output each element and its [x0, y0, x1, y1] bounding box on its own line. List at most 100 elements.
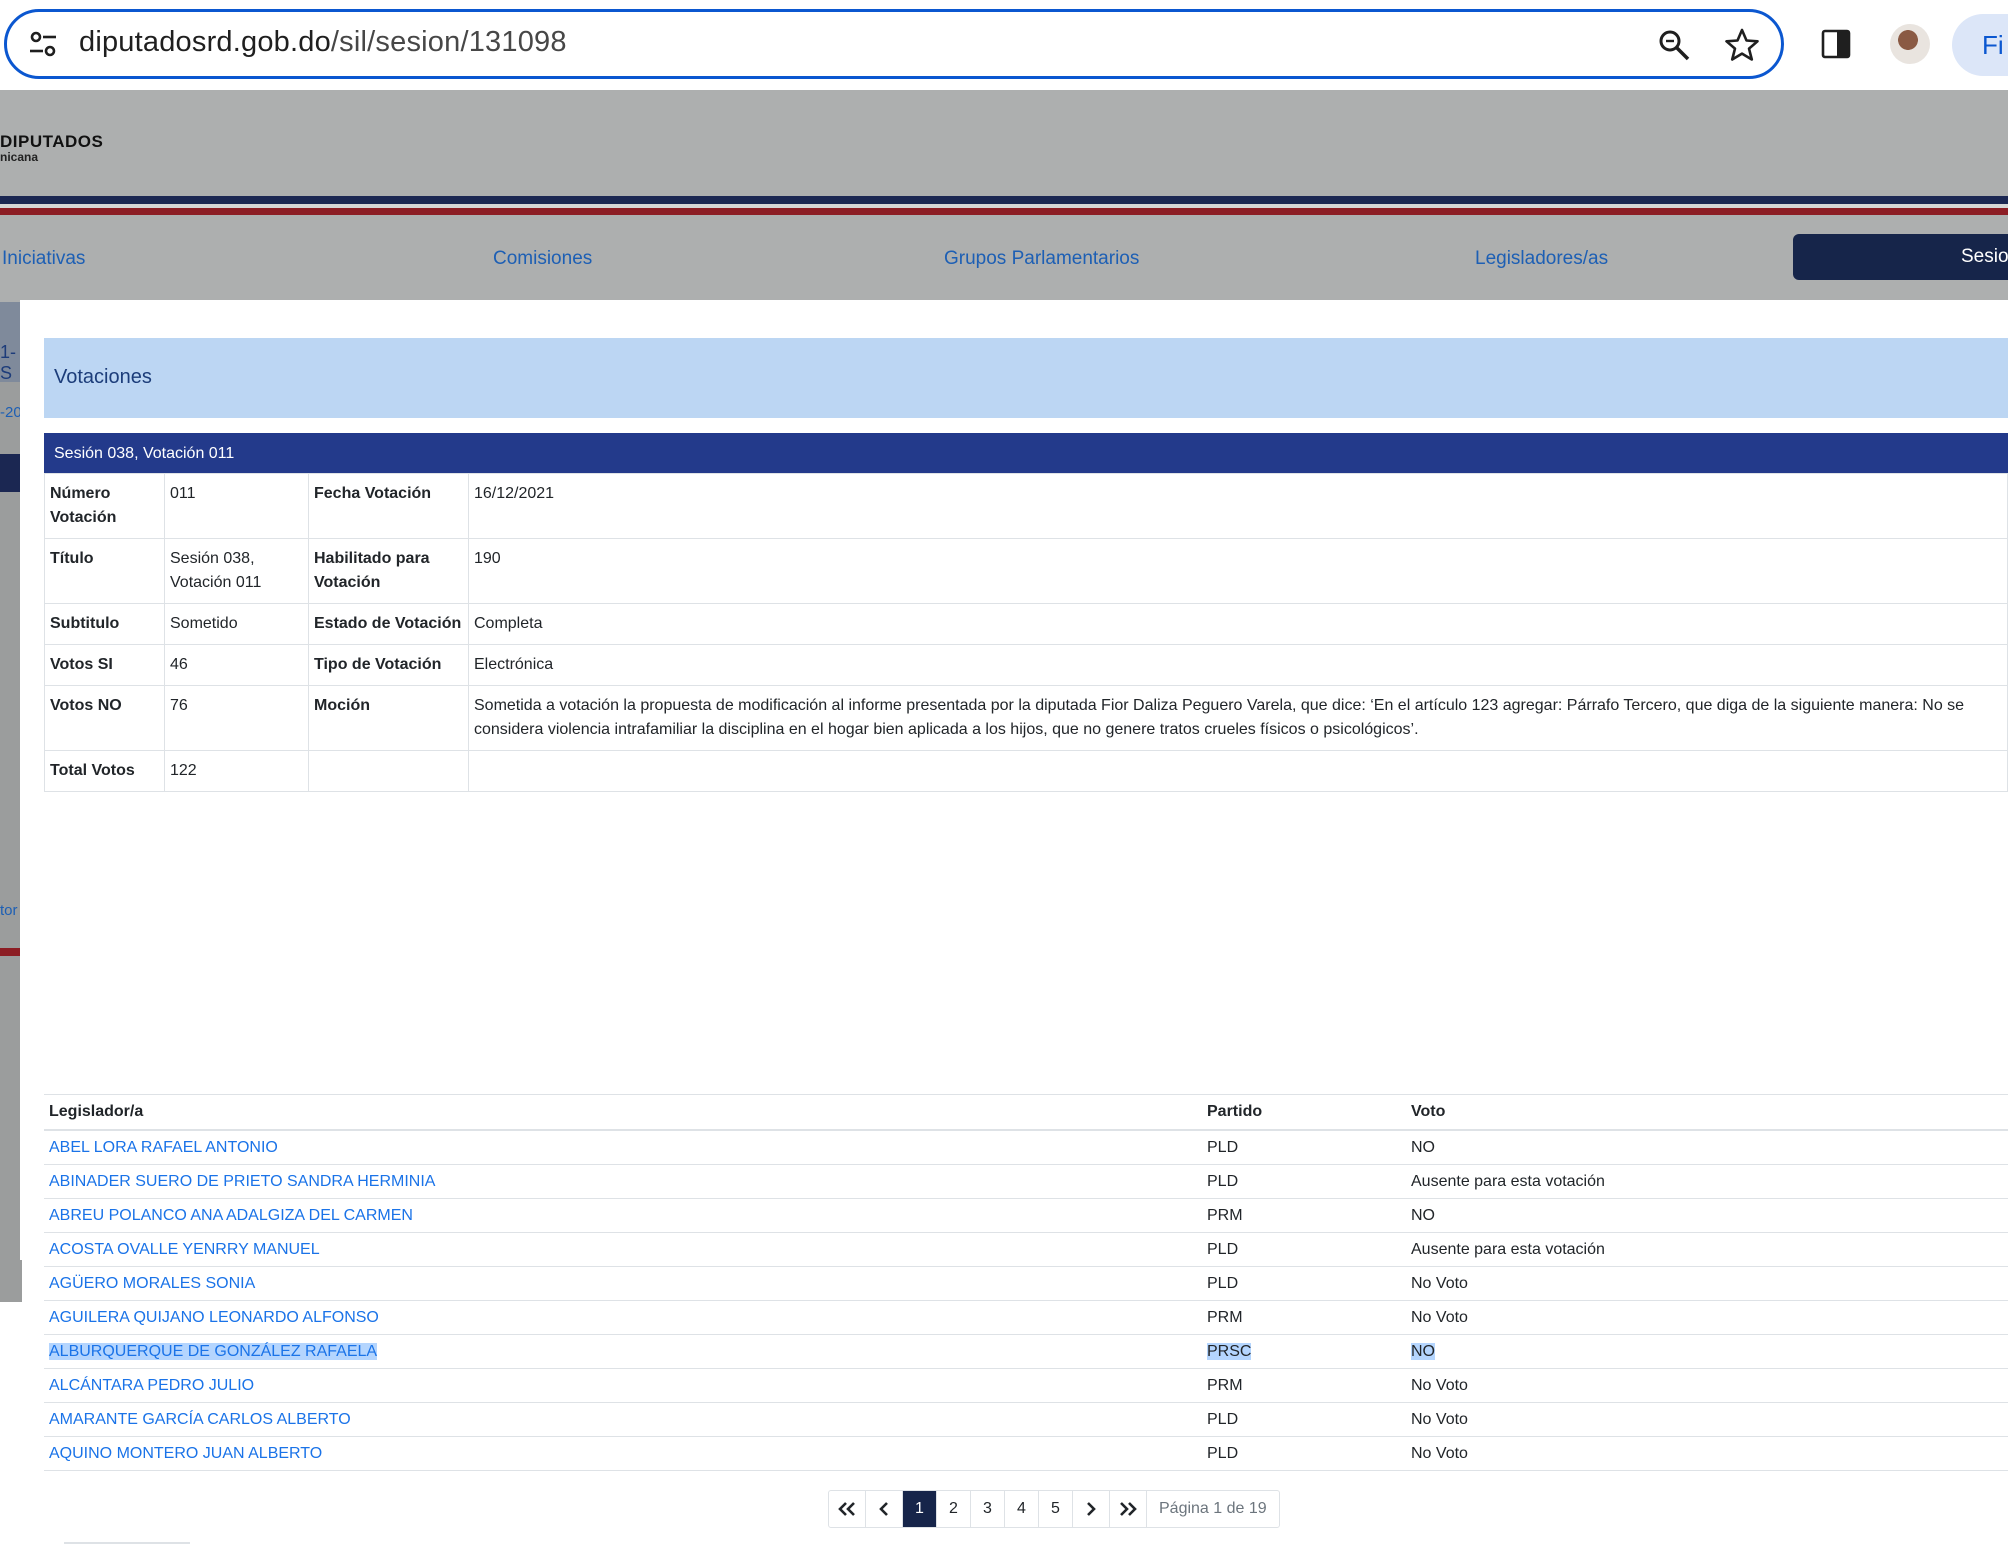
legislator-cell: ALCÁNTARA PEDRO JULIO	[44, 1368, 1202, 1403]
info-key: Habilitado para Votación	[308, 538, 469, 604]
party-cell: PLD	[1202, 1402, 1406, 1437]
info-key: Tipo de Votación	[308, 644, 469, 686]
page-number-button[interactable]: 2	[937, 1491, 971, 1527]
vote-cell: No Voto	[1406, 1436, 2008, 1471]
nav-legisladores[interactable]: Legisladores/as	[1475, 248, 1608, 270]
side-panel-icon[interactable]	[1820, 28, 1852, 60]
nav-grupos-parlamentarios[interactable]: Grupos Parlamentarios	[944, 248, 1139, 270]
legislator-link[interactable]: ALBURQUERQUE DE GONZÁLEZ RAFAELA	[49, 1343, 378, 1360]
vote-cell: No Voto	[1406, 1300, 2008, 1335]
next-page-button[interactable]	[1073, 1491, 1110, 1527]
double-chevron-left-icon	[838, 1502, 855, 1516]
vote-cell: NO	[1406, 1130, 2008, 1165]
sidebar-text: 1-S	[0, 342, 17, 383]
zoom-icon[interactable]	[1657, 28, 1691, 62]
info-key: Número Votación	[44, 473, 165, 539]
vote-text: NO	[1411, 1207, 1435, 1224]
vote-cell: NO	[1406, 1334, 2008, 1369]
last-page-button[interactable]	[1110, 1491, 1147, 1527]
site-brand-subtitle: nicana	[0, 150, 39, 164]
legislator-link[interactable]: ALCÁNTARA PEDRO JULIO	[49, 1377, 254, 1394]
address-bar[interactable]: diputadosrd.gob.do/sil/sesion/131098	[4, 9, 1784, 79]
table-row: ABREU POLANCO ANA ADALGIZA DEL CARMEN PRM…	[44, 1198, 2008, 1233]
table-row: ALBURQUERQUE DE GONZÁLEZ RAFAELA PRSC NO	[44, 1334, 2008, 1369]
party-cell: PLD	[1202, 1266, 1406, 1301]
profile-avatar[interactable]	[1890, 24, 1930, 64]
legislator-cell: ABEL LORA RAFAEL ANTONIO	[44, 1130, 1202, 1165]
legislator-link[interactable]: AMARANTE GARCÍA CARLOS ALBERTO	[49, 1411, 351, 1428]
info-key: Título	[44, 538, 165, 604]
legislator-link[interactable]: ABREU POLANCO ANA ADALGIZA DEL CARMEN	[49, 1207, 413, 1224]
sidebar-text: -20	[0, 404, 22, 421]
legislator-link[interactable]: ACOSTA OVALLE YENRRY MANUEL	[49, 1241, 320, 1258]
info-row: Votos NO 76 Moción Sometida a votación la p…	[44, 685, 2008, 751]
browser-toolbar: diputadosrd.gob.do/sil/sesion/131098 Fi	[0, 0, 2008, 90]
column-header-legislador[interactable]: Legislador/a	[44, 1094, 1202, 1131]
info-row: Título Sesión 038, Votación 011 Habilitado…	[44, 538, 2008, 604]
vote-cell: No Voto	[1406, 1402, 2008, 1437]
legislator-cell: ALBURQUERQUE DE GONZÁLEZ RAFAELA	[44, 1334, 1202, 1369]
page-number-button[interactable]: 3	[971, 1491, 1005, 1527]
info-key: Votos SI	[44, 644, 165, 686]
chevron-right-icon	[1087, 1502, 1096, 1516]
legislator-link[interactable]: AQUINO MONTERO JUAN ALBERTO	[49, 1445, 322, 1462]
legislator-link[interactable]: AGUILERA QUIJANO LEONARDO ALFONSO	[49, 1309, 379, 1326]
bookmark-star-icon[interactable]	[1724, 27, 1760, 63]
info-key	[308, 750, 469, 792]
info-value: 190	[468, 538, 2008, 604]
party-cell: PRM	[1202, 1368, 1406, 1403]
info-value	[468, 750, 2008, 792]
nav-iniciativas[interactable]: Iniciativas	[2, 248, 85, 270]
party-text: PRM	[1207, 1309, 1243, 1326]
table-row: AQUINO MONTERO JUAN ALBERTO PLD No Voto	[44, 1436, 2008, 1471]
info-value: 122	[164, 750, 309, 792]
column-header-voto[interactable]: Voto	[1406, 1094, 2008, 1131]
finish-update-button[interactable]: Fi	[1952, 14, 2008, 76]
vote-text: NO	[1411, 1343, 1435, 1360]
table-row: ALCÁNTARA PEDRO JULIO PRM No Voto	[44, 1368, 2008, 1403]
table-row: AGUILERA QUIJANO LEONARDO ALFONSO PRM No V…	[44, 1300, 2008, 1335]
vote-cell: No Voto	[1406, 1266, 2008, 1301]
first-page-button[interactable]	[829, 1491, 866, 1527]
party-cell: PLD	[1202, 1232, 1406, 1267]
vote-text: NO	[1411, 1139, 1435, 1156]
double-chevron-right-icon	[1120, 1502, 1137, 1516]
nav-sesiones[interactable]: Sesio	[1793, 234, 2008, 280]
info-key: Estado de Votación	[308, 603, 469, 645]
modal-header: Votaciones ×	[44, 338, 2008, 418]
page-number-button[interactable]: 1	[903, 1491, 937, 1527]
vote-cell: No Voto	[1406, 1368, 2008, 1403]
info-key: Subtitulo	[44, 603, 165, 645]
page-number-button[interactable]: 5	[1039, 1491, 1073, 1527]
column-header-partido[interactable]: Partido	[1202, 1094, 1406, 1131]
party-text: PRM	[1207, 1377, 1243, 1394]
legislator-link[interactable]: ABEL LORA RAFAEL ANTONIO	[49, 1139, 278, 1156]
url-text[interactable]: diputadosrd.gob.do/sil/sesion/131098	[79, 26, 567, 59]
info-row: Número Votación 011 Fecha Votación 16/12/20…	[44, 473, 2008, 539]
prev-page-button[interactable]	[866, 1491, 903, 1527]
party-text: PLD	[1207, 1275, 1239, 1292]
vote-cell: NO	[1406, 1198, 2008, 1233]
info-row: Votos SI 46 Tipo de Votación Electrónica	[44, 644, 2008, 686]
info-key: Moción	[308, 685, 469, 751]
vote-info-table: Número Votación 011 Fecha Votación 16/12/20…	[44, 473, 2008, 792]
legislator-link[interactable]: AGÜERO MORALES SONIA	[49, 1275, 255, 1292]
info-value: 46	[164, 644, 309, 686]
vote-text: No Voto	[1411, 1411, 1468, 1428]
info-value: Electrónica	[468, 644, 2008, 686]
party-text: PRM	[1207, 1207, 1243, 1224]
page-number-button[interactable]: 4	[1005, 1491, 1039, 1527]
pagination: 12345 Página 1 de 19	[828, 1490, 1280, 1528]
party-cell: PLD	[1202, 1164, 1406, 1199]
legislator-cell: ACOSTA OVALLE YENRRY MANUEL	[44, 1232, 1202, 1267]
table-row: AGÜERO MORALES SONIA PLD No Voto	[44, 1266, 2008, 1301]
legislators-vote-table: Legislador/a Partido Voto ABEL LORA RAFA…	[44, 1094, 2008, 1471]
party-text: PLD	[1207, 1241, 1239, 1258]
info-value: 011	[164, 473, 309, 539]
party-text: PLD	[1207, 1139, 1239, 1156]
site-settings-icon[interactable]	[27, 28, 59, 60]
legislator-link[interactable]: ABINADER SUERO DE PRIETO SANDRA HERMINIA	[49, 1173, 435, 1190]
nav-comisiones[interactable]: Comisiones	[493, 248, 592, 270]
info-key: Votos NO	[44, 685, 165, 751]
info-row: Subtitulo Sometido Estado de Votación Compl…	[44, 603, 2008, 645]
